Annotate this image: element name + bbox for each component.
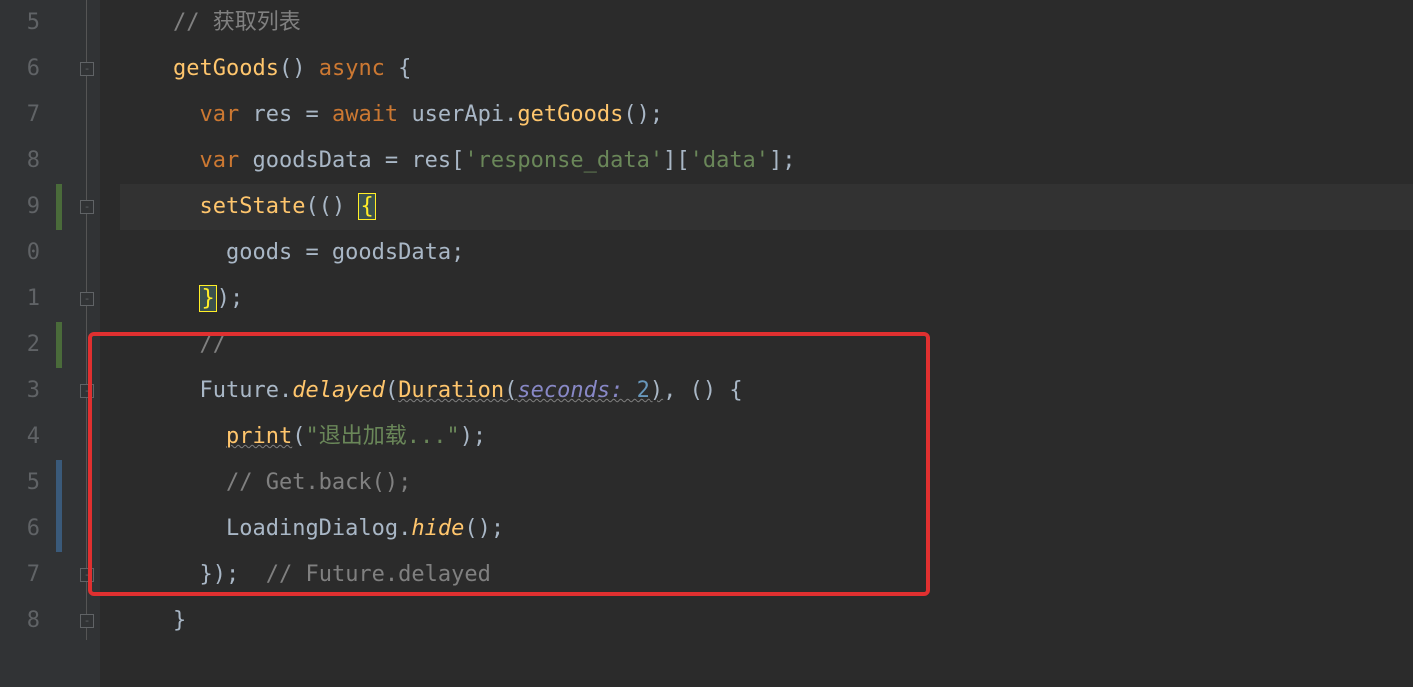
fold-close-icon[interactable]: - xyxy=(80,568,94,582)
keyword-async: async xyxy=(319,56,385,81)
code-line[interactable]: Future.delayed(Duration(seconds: 2), () … xyxy=(120,368,1413,414)
fold-toggle-icon[interactable]: - xyxy=(80,62,94,76)
line-number: 3 xyxy=(0,368,40,414)
code-line[interactable]: // 获取列表 xyxy=(120,0,1413,46)
line-number: 0 xyxy=(0,230,40,276)
fold-close-icon[interactable]: - xyxy=(80,614,94,628)
closing-label: // Future.delayed xyxy=(266,562,491,587)
code-area[interactable]: // 获取列表 getGoods() async { var res = awa… xyxy=(100,0,1413,687)
line-number: 8 xyxy=(0,598,40,644)
line-number: 5 xyxy=(0,460,40,506)
function-decl: getGoods xyxy=(173,56,279,81)
line-number-gutter: 5 6 7 8 9 0 1 2 3 4 5 6 7 8 xyxy=(0,0,48,687)
comment: // xyxy=(173,10,213,35)
code-line[interactable]: // xyxy=(120,322,1413,368)
line-number: 6 xyxy=(0,506,40,552)
vcs-change-marker xyxy=(56,460,62,552)
line-number: 7 xyxy=(0,92,40,138)
code-line[interactable]: }); // Future.delayed xyxy=(120,552,1413,598)
line-number: 6 xyxy=(0,46,40,92)
fold-guide xyxy=(86,0,87,640)
vcs-change-marker xyxy=(56,184,62,230)
line-number: 8 xyxy=(0,138,40,184)
code-line[interactable]: var goodsData = res['response_data']['da… xyxy=(120,138,1413,184)
code-line[interactable]: // Get.back(); xyxy=(120,460,1413,506)
fold-toggle-icon[interactable]: - xyxy=(80,200,94,214)
code-line-current[interactable]: setState(() { xyxy=(120,184,1413,230)
brace-match: } xyxy=(199,285,216,312)
warning-underline: print xyxy=(226,424,292,449)
line-number: 5 xyxy=(0,0,40,46)
comment-text: 获取列表 xyxy=(213,10,301,35)
vcs-change-marker xyxy=(56,322,62,368)
code-line[interactable]: }); xyxy=(120,276,1413,322)
code-line[interactable]: print("退出加载..."); xyxy=(120,414,1413,460)
fold-toggle-icon[interactable]: - xyxy=(80,384,94,398)
code-line[interactable]: var res = await userApi.getGoods(); xyxy=(120,92,1413,138)
line-number: 4 xyxy=(0,414,40,460)
code-line[interactable]: LoadingDialog.hide(); xyxy=(120,506,1413,552)
code-line[interactable]: goods = goodsData; xyxy=(120,230,1413,276)
line-number: 2 xyxy=(0,322,40,368)
line-number: 7 xyxy=(0,552,40,598)
line-number: 1 xyxy=(0,276,40,322)
warning-underline: Duration xyxy=(398,378,504,403)
line-number: 9 xyxy=(0,184,40,230)
code-line[interactable]: } xyxy=(120,598,1413,644)
code-line[interactable]: getGoods() async { xyxy=(120,46,1413,92)
code-editor[interactable]: 5 6 7 8 9 0 1 2 3 4 5 6 7 8 - - - - - - … xyxy=(0,0,1413,687)
brace-match: { xyxy=(358,193,375,220)
fold-column: - - - - - - xyxy=(48,0,100,687)
fold-close-icon[interactable]: - xyxy=(80,292,94,306)
